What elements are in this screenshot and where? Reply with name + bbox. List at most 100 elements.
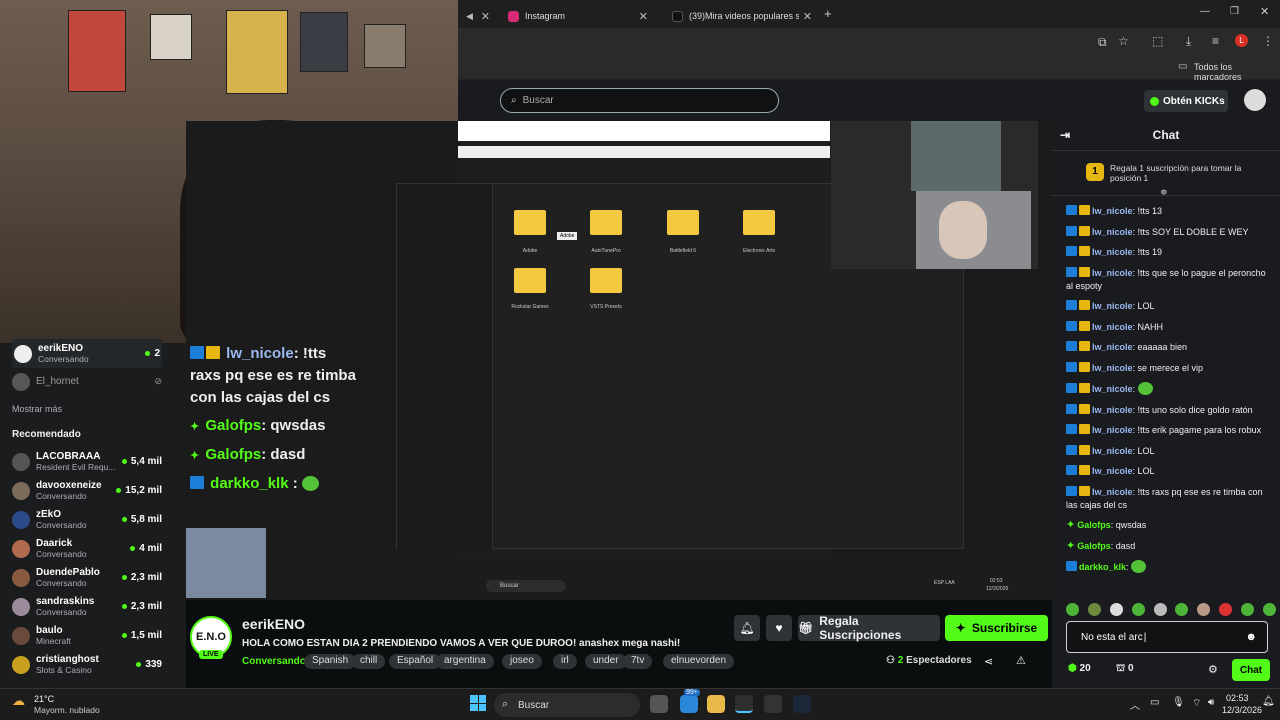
send-chat-button[interactable]: Chat — [1232, 659, 1270, 681]
expand-icon[interactable]: ≑ — [1160, 187, 1168, 198]
sidebar-channel-eerikeno[interactable]: eerikENO Conversando 2 — [12, 339, 162, 368]
user-avatar[interactable] — [1244, 89, 1266, 111]
chat-username[interactable]: lw_nicole — [1092, 322, 1133, 332]
chat-username[interactable]: Galofps — [1077, 541, 1111, 551]
chat-username[interactable]: lw_nicole — [1092, 342, 1133, 352]
notifications-icon[interactable]: 🔔︎ — [1262, 696, 1275, 707]
start-button[interactable] — [470, 695, 486, 711]
close-window-icon[interactable]: ✕ — [1260, 5, 1269, 18]
sidebar-recommended-channel[interactable]: zEkO Conversando 5,8 mil — [12, 505, 162, 534]
sidebar-recommended-channel[interactable]: cristianghost Slots & Casino 339 — [12, 650, 162, 679]
stream-tag[interactable]: irl — [553, 654, 577, 669]
emoji-picker-icon[interactable]: ☻ — [1245, 631, 1257, 643]
settings-gear-icon[interactable]: ⚙ — [1208, 663, 1218, 676]
profile-avatar[interactable]: L — [1235, 34, 1248, 47]
task-view-icon[interactable] — [650, 695, 668, 713]
tray-chevron-icon[interactable]: ︿ — [1130, 697, 1140, 712]
tray-app-icon[interactable]: ▭ — [1150, 697, 1159, 708]
emote-icon[interactable] — [1219, 603, 1233, 616]
chat-username[interactable]: lw_nicole — [1092, 206, 1133, 216]
chat-username[interactable]: lw_nicole — [1092, 405, 1133, 415]
microphone-icon[interactable]: 🎙︎ — [1172, 697, 1185, 708]
download-icon[interactable]: ⤓ — [1186, 34, 1191, 49]
sidebar-recommended-channel[interactable]: baulo Minecraft 1,5 mil — [12, 621, 162, 650]
chat-username[interactable]: lw_nicole — [1092, 363, 1133, 373]
chat-username[interactable]: lw_nicole — [1092, 384, 1133, 394]
chat-username[interactable]: lw_nicole — [1092, 268, 1133, 278]
file-explorer-icon[interactable] — [707, 695, 725, 713]
emote-icon[interactable] — [1153, 603, 1167, 616]
sidebar-recommended-channel[interactable]: Daarick Conversando 4 mil — [12, 534, 162, 563]
chrome-icon[interactable] — [735, 695, 753, 713]
emote-icon[interactable] — [1109, 603, 1123, 616]
tab-tiktok[interactable]: (39)Mira videos populares sele ✕ — [664, 4, 820, 28]
tab-instagram[interactable]: Instagram ✕ — [500, 4, 656, 28]
steam-icon[interactable] — [793, 695, 811, 713]
app-icon[interactable] — [680, 695, 698, 713]
clock-time[interactable]: 02:53 — [1226, 693, 1249, 703]
close-icon[interactable]: ✕ — [481, 10, 490, 23]
get-kicks-button[interactable]: Obtén KICKs — [1144, 90, 1228, 112]
translate-icon[interactable]: ⧉ — [1098, 35, 1107, 50]
wifi-icon[interactable]: ⌔ — [1192, 697, 1201, 710]
collapse-chat-icon[interactable]: ⇥ — [1060, 121, 1070, 149]
chat-username[interactable]: darkko_klk — [1079, 562, 1126, 572]
taskbar-search[interactable]: ⌕ Buscar — [494, 693, 640, 717]
sidebar-recommended-channel[interactable]: davooxeneize Conversando 15,2 mil — [12, 476, 162, 505]
bookmark-star-icon[interactable]: ☆ — [1118, 34, 1129, 48]
chat-username[interactable]: lw_nicole — [1092, 446, 1133, 456]
chat-username[interactable]: lw_nicole — [1092, 247, 1133, 257]
follow-heart-icon[interactable]: ♥ — [766, 615, 792, 641]
sidebar-channel-el-hornet[interactable]: El_hornet ⊘ — [12, 367, 162, 396]
app-icon[interactable] — [764, 695, 782, 713]
volume-icon[interactable]: 🔊︎ — [1208, 697, 1214, 708]
emote-icon[interactable] — [1175, 603, 1189, 616]
emote-icon[interactable] — [1197, 603, 1211, 616]
stream-category[interactable]: Conversando — [242, 656, 306, 667]
emote-icon[interactable] — [1241, 603, 1254, 616]
new-tab-button[interactable]: + — [824, 6, 832, 21]
report-icon[interactable]: ⚠ — [1016, 654, 1026, 667]
search-input[interactable]: ⌕ Buscar — [500, 88, 779, 113]
chat-username[interactable]: lw_nicole — [1092, 227, 1133, 237]
stream-tag[interactable]: 7tv — [623, 654, 653, 669]
clock-date[interactable]: 12/3/2026 — [1222, 705, 1262, 715]
stream-tag[interactable]: joseo — [502, 654, 542, 669]
extensions-icon[interactable]: ⬚ — [1152, 34, 1163, 48]
stream-tag[interactable]: chill — [352, 654, 386, 669]
chat-username[interactable]: lw_nicole — [1092, 301, 1133, 311]
notifications-bell-icon[interactable]: 🔔︎ — [734, 615, 760, 641]
chat-username[interactable]: Galofps — [1077, 520, 1111, 530]
chat-username[interactable]: lw_nicole — [1092, 425, 1133, 435]
stream-video[interactable]: Adobe Adobe AutoTunePro Battlefield 6 El… — [186, 121, 1052, 600]
close-icon[interactable]: ✕ — [803, 10, 812, 23]
tab-previous[interactable]: ◀ ✕ — [458, 4, 498, 28]
stream-tag[interactable]: argentina — [436, 654, 494, 669]
stream-tag[interactable]: Spanish — [304, 654, 357, 669]
share-icon[interactable]: ⋖ — [984, 655, 993, 668]
subscribe-button[interactable]: ✦ Suscribirse — [945, 615, 1048, 641]
stream-tag[interactable]: elnuevorden — [663, 654, 735, 669]
chat-username[interactable]: lw_nicole — [1092, 487, 1133, 497]
media-icon[interactable]: ≡ — [1212, 34, 1219, 48]
emote-icon[interactable] — [1131, 603, 1145, 616]
stream-tag[interactable]: Español — [389, 654, 442, 669]
all-bookmarks-link[interactable]: Todos los marcadores — [1194, 62, 1280, 82]
maximize-icon[interactable]: ❐ — [1230, 6, 1239, 17]
minimize-icon[interactable]: — — [1200, 6, 1210, 17]
gift-count[interactable]: ⛫ 0 — [1116, 663, 1134, 676]
menu-icon[interactable]: ⋮ — [1262, 34, 1274, 48]
sidebar-recommended-channel[interactable]: sandraskins Conversando 2,3 mil — [12, 592, 162, 621]
show-more-link[interactable]: Mostrar más — [12, 404, 62, 414]
channel-name[interactable]: eerikENO — [242, 616, 305, 632]
channel-points[interactable]: ⬢ 20 — [1068, 663, 1091, 674]
stream-tag[interactable]: under — [585, 654, 627, 669]
chat-username[interactable]: lw_nicole — [1092, 466, 1133, 476]
emote-icon[interactable] — [1262, 603, 1276, 616]
sidebar-recommended-channel[interactable]: DuendePablo Conversando 2,3 mil — [12, 563, 162, 592]
gift-subscriptions-button[interactable]: 🎁︎ Regala Suscripciones — [798, 614, 940, 642]
sidebar-recommended-channel[interactable]: LACOBRAAA Resident Evil Requ... 5,4 mil — [12, 447, 162, 476]
close-icon[interactable]: ✕ — [639, 10, 648, 23]
emote-icon[interactable] — [1087, 603, 1101, 616]
chat-input[interactable]: No esta el arc | ☻ — [1066, 621, 1268, 653]
